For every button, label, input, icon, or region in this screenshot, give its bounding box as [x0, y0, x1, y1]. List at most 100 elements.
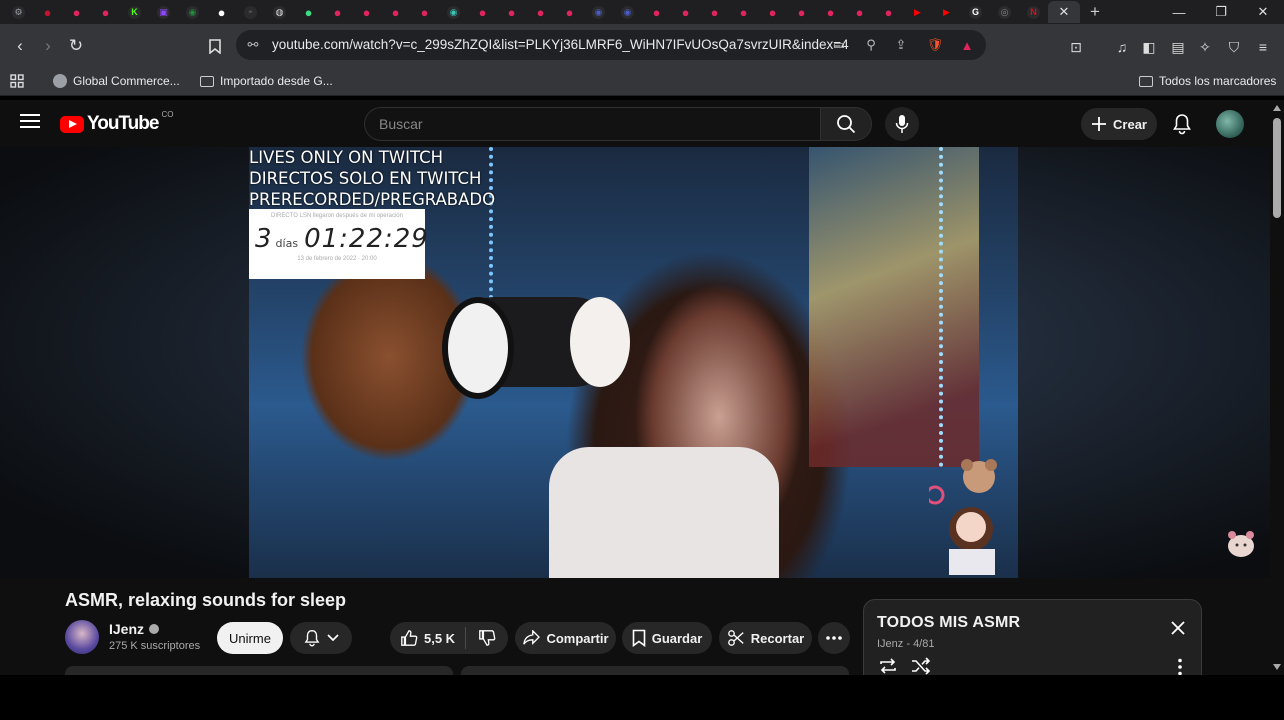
browser-tab[interactable]: ● [671, 1, 700, 23]
browser-tab[interactable]: ● [381, 1, 410, 23]
browser-tab[interactable]: ● [816, 1, 845, 23]
scroll-up-arrow-icon[interactable] [1273, 105, 1281, 111]
browser-tab[interactable]: ● [758, 1, 787, 23]
browser-tab[interactable]: ● [845, 1, 874, 23]
sidebar-icon[interactable]: ◧ [1140, 38, 1158, 56]
url-text[interactable]: youtube.com/watch?v=c_299sZhZQI&list=PLK… [272, 37, 849, 52]
browser-tab[interactable]: ● [323, 1, 352, 23]
tab-strip: ⚙ ● ● ● K ▣ ◉ ● ◓ ◍ ● ● ● ● ● ◉ ● ● ● ● ◉ ◉ ● ● ● ● ● ● ● ● ● ▶ ▶ G ◎ N ✕ +… [0, 0, 1284, 24]
reload-icon[interactable]: ↻ [66, 36, 86, 56]
browser-tab[interactable]: ● [874, 1, 903, 23]
browser-tab[interactable]: ● [91, 1, 120, 23]
search-input[interactable] [365, 108, 785, 140]
like-button[interactable]: 5,5 K [400, 629, 455, 647]
apps-icon[interactable] [10, 74, 24, 88]
share-button[interactable]: Compartir [515, 622, 616, 654]
restore-icon[interactable]: ❐ [1200, 0, 1242, 24]
account-avatar[interactable] [1216, 110, 1244, 138]
mascot-icon[interactable] [1226, 530, 1256, 558]
browser-tab[interactable]: ● [294, 1, 323, 23]
browser-tab[interactable]: ● [207, 1, 236, 23]
browser-tab[interactable]: ◓ [236, 1, 265, 23]
notifications-icon[interactable] [1171, 113, 1193, 135]
voice-search-button[interactable] [885, 107, 919, 141]
browser-tab[interactable]: ● [526, 1, 555, 23]
browser-tab[interactable]: ◉ [613, 1, 642, 23]
browser-tab[interactable]: N [1019, 1, 1048, 23]
browser-tab[interactable]: ◉ [178, 1, 207, 23]
browser-tab[interactable]: ◉ [439, 1, 468, 23]
guide-menu-icon[interactable] [20, 114, 40, 132]
music-icon[interactable]: ♫ [1113, 38, 1131, 56]
browser-tab[interactable]: ● [352, 1, 381, 23]
site-info-icon[interactable]: ⚯ [244, 36, 262, 54]
bookmark-folder-imported[interactable]: Importado desde G... [200, 74, 333, 88]
video-title: ASMR, relaxing sounds for sleep [65, 590, 347, 610]
browser-tab[interactable]: ● [33, 1, 62, 23]
menu-icon[interactable]: ≡ [1254, 38, 1272, 56]
save-button[interactable]: Guardar [622, 622, 712, 654]
browser-tab[interactable]: ▶ [932, 1, 961, 23]
scrollbar-thumb[interactable] [1273, 118, 1281, 218]
all-bookmarks-folder[interactable]: Todos los marcadores [1139, 74, 1276, 88]
browser-tab[interactable]: ▶ [903, 1, 932, 23]
shuffle-icon[interactable] [910, 657, 932, 675]
search-button[interactable] [820, 107, 872, 141]
screenshot-icon[interactable]: ⊡ [1067, 38, 1085, 56]
new-tab-button[interactable]: + [1080, 2, 1110, 22]
browser-tab[interactable]: ● [700, 1, 729, 23]
more-actions-button[interactable] [818, 622, 850, 654]
forward-icon[interactable]: › [38, 36, 58, 56]
wallet-icon[interactable]: ▤ [1169, 38, 1187, 56]
youtube-logo[interactable]: YouTube CO [60, 110, 173, 135]
active-tab[interactable]: ✕ [1048, 1, 1080, 23]
browser-tab[interactable]: ● [468, 1, 497, 23]
browser-tab[interactable]: ⚙ [4, 1, 33, 23]
close-icon[interactable] [1170, 620, 1186, 636]
channel-name-text[interactable]: IJenz [109, 621, 144, 637]
loop-icon[interactable] [877, 657, 899, 675]
channel-avatar[interactable] [65, 620, 99, 654]
browser-tab[interactable]: ● [642, 1, 671, 23]
playlist-title[interactable]: TODOS MIS ASMR [877, 614, 1020, 632]
address-bar[interactable]: ⚯ youtube.com/watch?v=c_299sZhZQI&list=P… [236, 30, 986, 60]
leo-ai-icon[interactable]: ✧ [1196, 38, 1214, 56]
description-box[interactable] [65, 666, 453, 675]
close-window-icon[interactable]: ✕ [1242, 0, 1284, 24]
scroll-down-arrow-icon[interactable] [1273, 664, 1281, 670]
subscription-bell-button[interactable] [290, 622, 352, 654]
browser-tab[interactable]: ◎ [990, 1, 1019, 23]
browser-tab[interactable]: ▣ [149, 1, 178, 23]
browser-tab[interactable]: K [120, 1, 149, 23]
browser-tab[interactable]: ● [62, 1, 91, 23]
browser-tab[interactable]: ◉ [584, 1, 613, 23]
dislike-button[interactable] [478, 629, 496, 647]
browser-tab[interactable]: ● [729, 1, 758, 23]
zoom-icon[interactable]: ⚲ [862, 36, 880, 54]
page-scrollbar[interactable] [1270, 100, 1284, 675]
brave-shield-icon[interactable]: 🛡 [926, 36, 944, 54]
browser-tab[interactable]: ◍ [265, 1, 294, 23]
vpn-icon[interactable]: ⛉ [1225, 38, 1243, 56]
clip-button[interactable]: Recortar [719, 622, 812, 654]
close-tab-icon[interactable]: ✕ [1059, 4, 1070, 20]
bookmark-global-commerce[interactable]: Global Commerce... [53, 74, 180, 88]
minimize-icon[interactable]: ― [1158, 0, 1200, 24]
create-button[interactable]: Crear [1081, 108, 1157, 140]
comments-preview[interactable] [461, 666, 849, 675]
browser-tab[interactable]: G [961, 1, 990, 23]
channel-name[interactable]: IJenz [109, 621, 160, 637]
browser-tab[interactable]: ● [555, 1, 584, 23]
browser-tab[interactable]: ● [497, 1, 526, 23]
back-icon[interactable]: ‹ [10, 36, 30, 56]
cast-icon[interactable]: ▭ [830, 36, 848, 54]
bookmark-icon[interactable] [205, 36, 225, 56]
browser-tab[interactable]: ● [787, 1, 816, 23]
browser-tab[interactable]: ● [410, 1, 439, 23]
join-button[interactable]: Unirme [217, 622, 283, 654]
video-player[interactable]: LIVES ONLY ON TWITCH DIRECTOS SOLO EN TW… [249, 147, 1018, 578]
share-icon[interactable]: ⇪ [892, 36, 910, 54]
green-favicon: ● [304, 4, 313, 20]
more-vertical-icon[interactable] [1175, 658, 1185, 675]
brave-rewards-icon[interactable]: ▲ [958, 36, 976, 54]
